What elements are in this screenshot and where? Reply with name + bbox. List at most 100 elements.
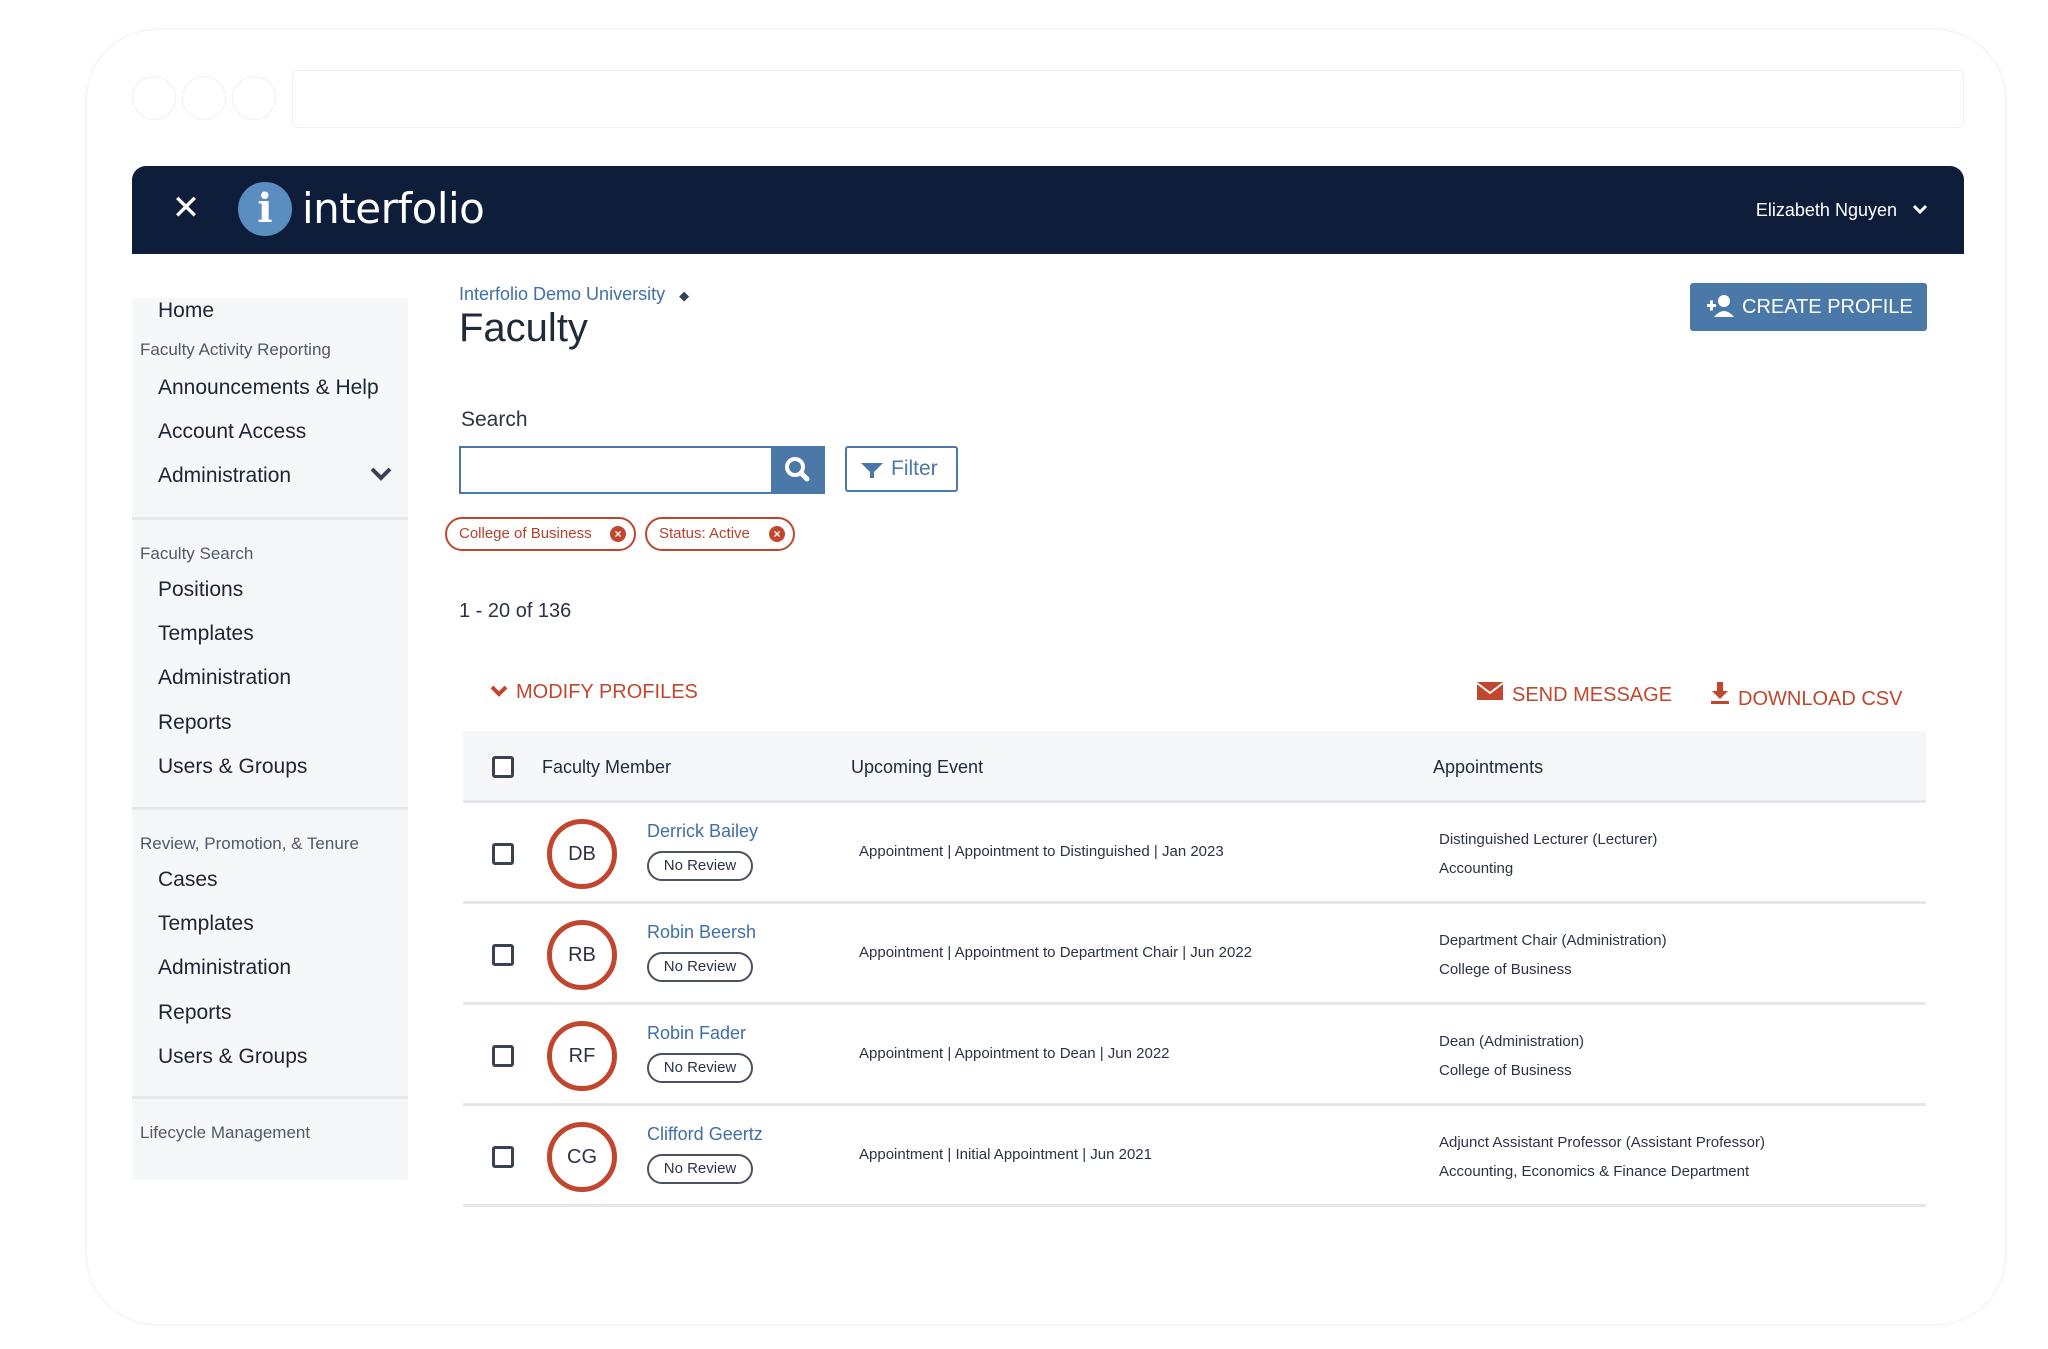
- logo-icon: i: [238, 182, 292, 236]
- appointment-unit: College of Business: [1439, 1062, 1572, 1079]
- filter-button[interactable]: Filter: [845, 446, 958, 492]
- send-message-label: SEND MESSAGE: [1512, 684, 1673, 706]
- column-header-appointments[interactable]: Appointments: [1433, 757, 1543, 778]
- sidebar-item-search-reports[interactable]: Reports: [158, 711, 232, 735]
- sidebar-item-cases[interactable]: Cases: [158, 868, 218, 892]
- sidebar-item-search-administration[interactable]: Administration: [158, 666, 291, 690]
- filter-chip-label: College of Business: [459, 525, 592, 542]
- sidebar: Home Faculty Activity Reporting Announce…: [132, 298, 408, 1180]
- sidebar-item-rpt-administration[interactable]: Administration: [158, 956, 291, 980]
- add-user-icon: [1706, 283, 1738, 348]
- download-csv-button[interactable]: DOWNLOAD CSV: [1710, 681, 1902, 711]
- chevron-down-icon[interactable]: [370, 466, 392, 487]
- sidebar-section-faculty-search: Faculty Search: [140, 544, 254, 563]
- sidebar-item-positions[interactable]: Positions: [158, 578, 243, 602]
- filter-chip-status[interactable]: Status: Active ×: [645, 517, 795, 551]
- sidebar-item-announcements[interactable]: Announcements & Help: [158, 376, 379, 400]
- table-header: Faculty Member Upcoming Event Appointmen…: [463, 731, 1926, 803]
- sidebar-divider: [132, 1096, 408, 1099]
- avatar: DB: [547, 819, 617, 889]
- sidebar-item-far-administration[interactable]: Administration: [158, 464, 291, 488]
- create-profile-label: CREATE PROFILE: [1742, 296, 1913, 318]
- upcoming-event: Appointment | Initial Appointment | Jun …: [859, 1146, 1152, 1163]
- row-checkbox[interactable]: [492, 944, 514, 966]
- search-label: Search: [461, 408, 528, 431]
- window-dot: [182, 76, 226, 120]
- sidebar-item-search-templates[interactable]: Templates: [158, 622, 254, 646]
- row-checkbox[interactable]: [492, 1146, 514, 1168]
- upcoming-event: Appointment | Appointment to Distinguish…: [859, 843, 1224, 860]
- table-row[interactable]: RF Robin Fader No Review Appointment | A…: [463, 1005, 1926, 1106]
- create-profile-button[interactable]: CREATE PROFILE: [1690, 283, 1927, 331]
- chevron-down-icon: [490, 681, 508, 704]
- row-checkbox[interactable]: [492, 1045, 514, 1067]
- filter-label: Filter: [891, 457, 938, 480]
- upcoming-event: Appointment | Appointment to Department …: [859, 944, 1253, 961]
- download-csv-label: DOWNLOAD CSV: [1738, 688, 1903, 710]
- chevron-down-icon: [1912, 197, 1928, 225]
- brand-name: interfolio: [302, 184, 485, 233]
- review-status-badge: No Review: [647, 851, 753, 881]
- search-input[interactable]: [459, 446, 771, 494]
- remove-chip-icon[interactable]: ×: [769, 526, 785, 542]
- remove-chip-icon[interactable]: ×: [610, 526, 626, 542]
- sidebar-item-rpt-reports[interactable]: Reports: [158, 1001, 232, 1025]
- sidebar-item-search-users-groups[interactable]: Users & Groups: [158, 755, 307, 779]
- address-bar[interactable]: [292, 70, 1964, 128]
- send-message-button[interactable]: SEND MESSAGE: [1476, 681, 1672, 707]
- avatar: RF: [547, 1021, 617, 1091]
- user-name: Elizabeth Nguyen: [1755, 200, 1897, 220]
- review-status-badge: No Review: [647, 1053, 753, 1083]
- modify-profiles-label: MODIFY PROFILES: [516, 681, 698, 703]
- column-header-upcoming-event[interactable]: Upcoming Event: [851, 757, 983, 778]
- download-icon: [1710, 681, 1730, 711]
- appointment-title: Dean (Administration): [1439, 1033, 1585, 1050]
- faculty-name-link[interactable]: Robin Beersh: [647, 922, 756, 943]
- avatar: CG: [547, 1122, 617, 1192]
- close-icon[interactable]: ✕: [166, 188, 206, 228]
- faculty-name-link[interactable]: Derrick Bailey: [647, 821, 758, 842]
- review-status-badge: No Review: [647, 1154, 753, 1184]
- modify-profiles-button[interactable]: MODIFY PROFILES: [490, 681, 698, 704]
- sidebar-divider: [132, 807, 408, 810]
- faculty-name-link[interactable]: Robin Fader: [647, 1023, 746, 1044]
- sidebar-item-rpt-templates[interactable]: Templates: [158, 912, 254, 936]
- user-menu[interactable]: Elizabeth Nguyen: [1756, 196, 1928, 225]
- window-dot: [132, 76, 176, 120]
- sidebar-section-rpt: Review, Promotion, & Tenure: [140, 834, 359, 853]
- table-row[interactable]: CG Clifford Geertz No Review Appointment…: [463, 1106, 1926, 1207]
- search-button[interactable]: [771, 446, 825, 494]
- envelope-icon: [1476, 681, 1504, 707]
- breadcrumb-separator-icon: ◆: [679, 288, 690, 303]
- sidebar-item-rpt-users-groups[interactable]: Users & Groups: [158, 1045, 307, 1069]
- row-checkbox[interactable]: [492, 843, 514, 865]
- result-count: 1 - 20 of 136: [459, 600, 572, 622]
- sidebar-section-far: Faculty Activity Reporting: [140, 340, 331, 359]
- appointment-title: Department Chair (Administration): [1439, 932, 1667, 949]
- upcoming-event: Appointment | Appointment to Dean | Jun …: [859, 1045, 1170, 1062]
- sidebar-item-account-access[interactable]: Account Access: [158, 420, 306, 444]
- page-title: Faculty: [459, 306, 588, 350]
- select-all-checkbox[interactable]: [492, 756, 514, 778]
- table-row[interactable]: RB Robin Beersh No Review Appointment | …: [463, 904, 1926, 1005]
- filter-chip-college[interactable]: College of Business ×: [445, 517, 636, 551]
- appointment-unit: College of Business: [1439, 961, 1572, 978]
- search-icon: [785, 457, 810, 482]
- avatar: RB: [547, 920, 617, 990]
- faculty-name-link[interactable]: Clifford Geertz: [647, 1124, 763, 1145]
- column-header-faculty-member[interactable]: Faculty Member: [542, 757, 671, 778]
- breadcrumb: Interfolio Demo University ◆: [459, 284, 689, 305]
- appointment-title: Adjunct Assistant Professor (Assistant P…: [1439, 1134, 1765, 1151]
- sidebar-item-home[interactable]: Home: [158, 299, 214, 323]
- appointment-unit: Accounting: [1439, 860, 1514, 877]
- window-dot: [232, 76, 276, 120]
- filter-icon: [859, 448, 885, 505]
- filter-chip-label: Status: Active: [659, 525, 750, 542]
- sidebar-divider: [132, 517, 408, 520]
- appointment-unit: Accounting, Economics & Finance Departme…: [1439, 1163, 1750, 1180]
- breadcrumb-link[interactable]: Interfolio Demo University: [459, 284, 665, 304]
- sidebar-item-lifecycle-management[interactable]: Lifecycle Management: [140, 1123, 310, 1143]
- review-status-badge: No Review: [647, 952, 753, 982]
- table-row[interactable]: DB Derrick Bailey No Review Appointment …: [463, 803, 1926, 904]
- appointment-title: Distinguished Lecturer (Lecturer): [1439, 831, 1658, 848]
